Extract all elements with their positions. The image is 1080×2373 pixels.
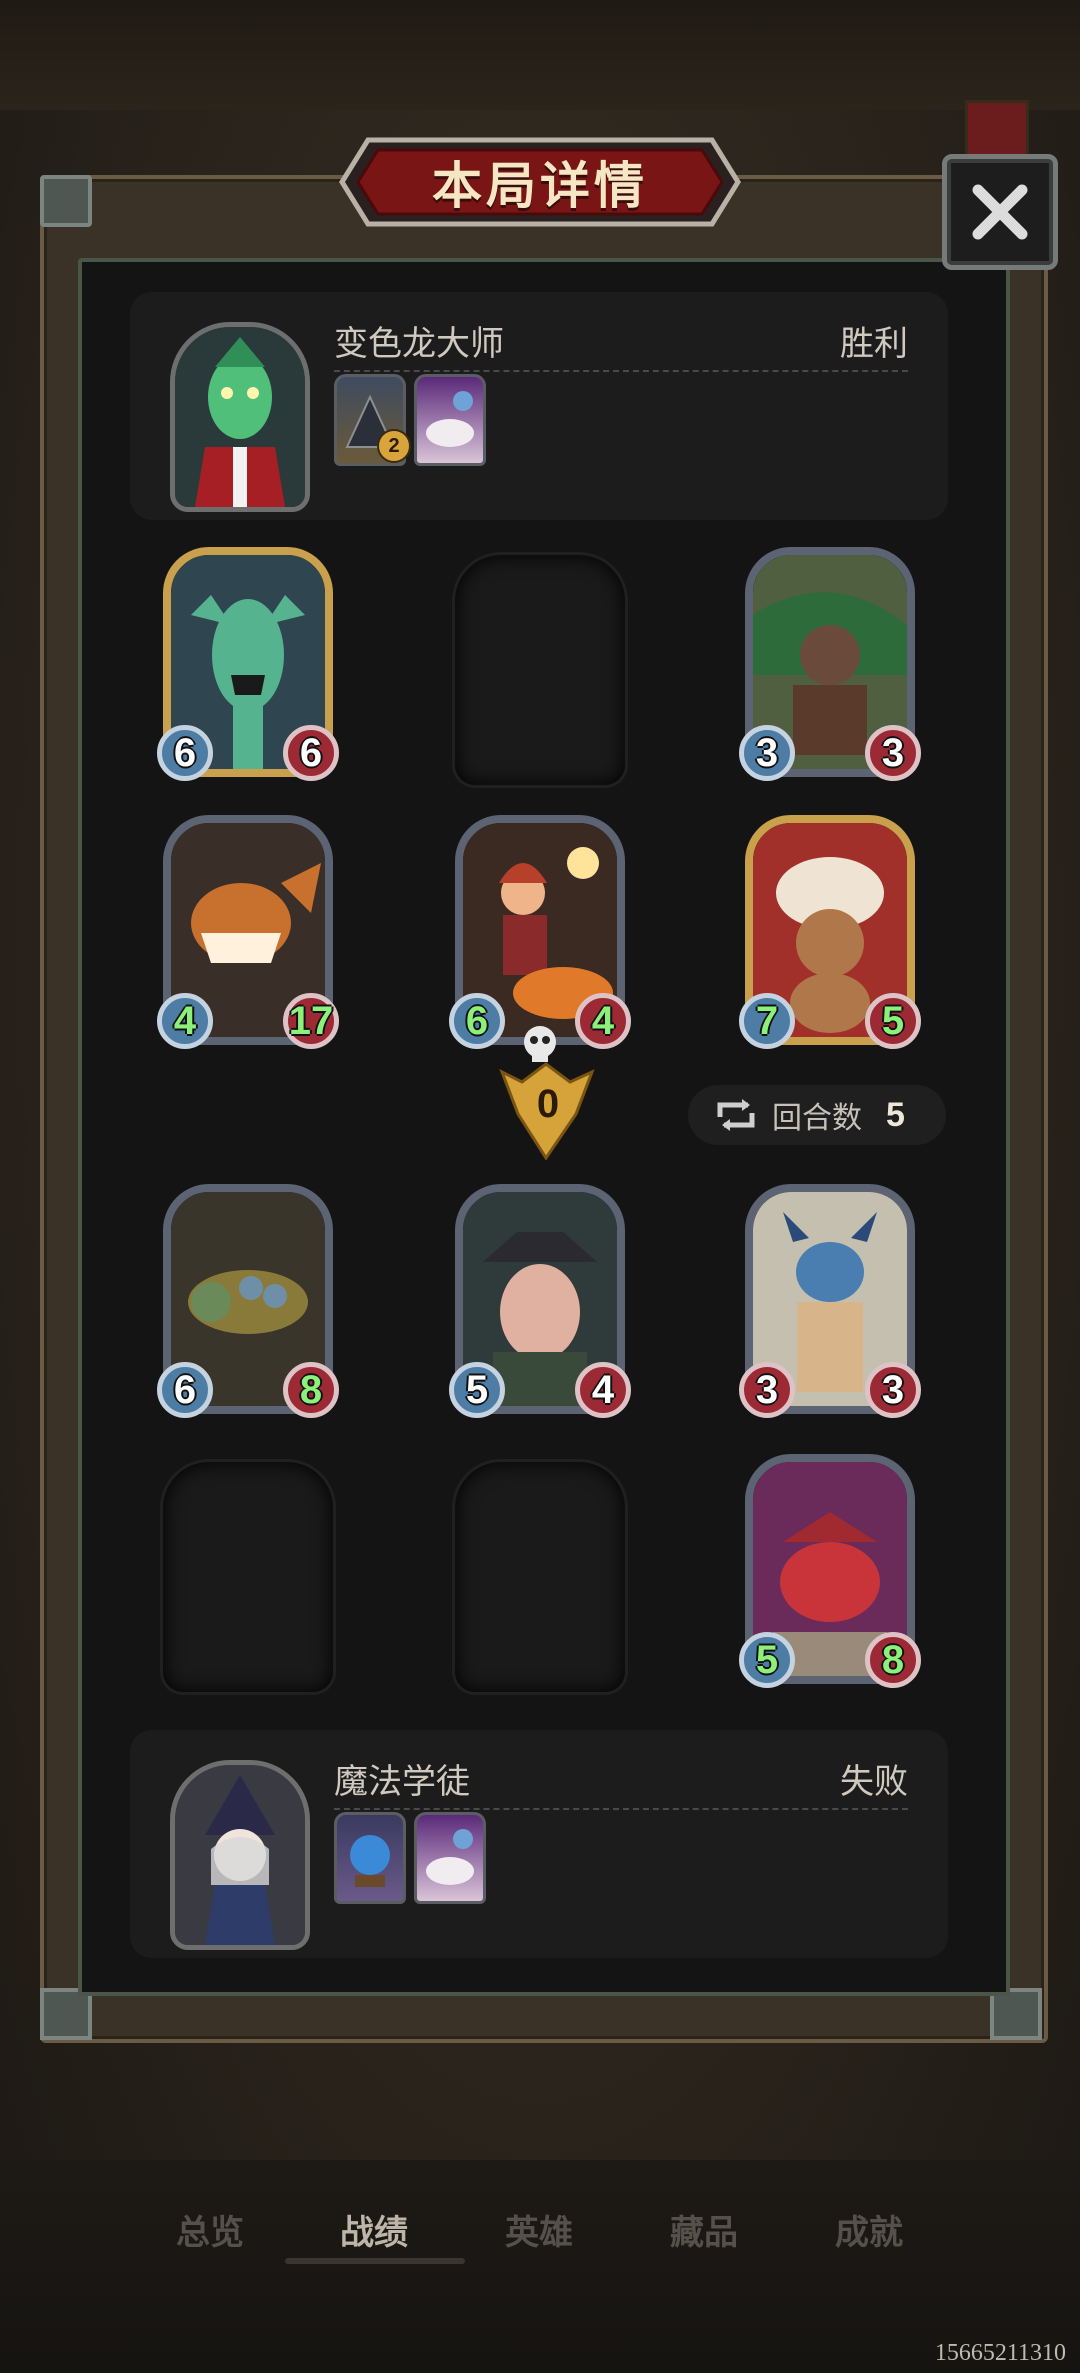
minion-card[interactable]: 7 5	[739, 815, 921, 1049]
close-icon	[972, 184, 1028, 240]
hero-portrait-apprentice[interactable]	[170, 1760, 310, 1950]
marker-value: 0	[536, 1082, 560, 1126]
health-stat: 8	[283, 1362, 339, 1418]
divider	[334, 1808, 908, 1810]
attack-direction-marker: 0	[496, 1020, 600, 1161]
skull-icon	[524, 1026, 556, 1062]
empty-slot	[163, 1462, 333, 1692]
attack-stat: 7	[739, 993, 795, 1049]
close-button[interactable]	[942, 154, 1058, 270]
nav-heroes[interactable]: 英雄	[505, 2205, 573, 2254]
player-name: 魔法学徒	[334, 1763, 470, 1801]
crystal-ball-icon[interactable]	[334, 1812, 406, 1904]
minion-card[interactable]: 3 3	[739, 1184, 921, 1418]
attack-stat: 3	[739, 1362, 795, 1418]
health-stat: 5	[865, 993, 921, 1049]
minion-card[interactable]: 5 8	[739, 1454, 921, 1688]
nav-overview[interactable]: 总览	[176, 2205, 244, 2254]
nav-achievements[interactable]: 成就	[835, 2205, 903, 2254]
health-stat: 4	[575, 1362, 631, 1418]
active-tab-indicator	[285, 2258, 465, 2264]
minion-card[interactable]: 4 17	[157, 815, 339, 1049]
minion-card[interactable]: 3 3	[739, 547, 921, 781]
round-icon	[717, 1099, 755, 1131]
attack-stat: 6	[157, 725, 213, 781]
nav-record[interactable]: 战绩	[340, 2205, 408, 2254]
watermark: 15665211310	[934, 2340, 1066, 2366]
empty-slot	[455, 1462, 625, 1692]
nav-collection[interactable]: 藏品	[670, 2205, 738, 2254]
attack-stat: 5	[739, 1632, 795, 1688]
health-stat: 6	[283, 725, 339, 781]
hero-portrait-chameleon[interactable]	[170, 322, 310, 512]
title-plate: 本局详情	[338, 136, 742, 228]
attack-stat: 3	[739, 725, 795, 781]
match-result: 失败	[840, 1763, 908, 1801]
trinket-count-badge: 2	[377, 429, 411, 463]
spell-icon[interactable]	[414, 374, 486, 466]
page-title: 本局详情	[432, 158, 648, 214]
round-label: 回合数	[772, 1102, 862, 1135]
health-stat: 3	[865, 1362, 921, 1418]
match-result: 胜利	[840, 325, 908, 363]
minion-card[interactable]: 6 4	[449, 815, 631, 1049]
minion-card[interactable]: 6 6	[157, 547, 339, 781]
attack-stat: 5	[449, 1362, 505, 1418]
top-background	[0, 0, 1080, 110]
round-value: 5	[886, 1095, 905, 1134]
health-stat: 3	[865, 725, 921, 781]
winner-player-row: 变色龙大师 胜利 2	[130, 292, 948, 520]
health-stat: 17	[283, 993, 339, 1049]
round-counter: 回合数 5	[688, 1085, 946, 1145]
bottom-navigation	[0, 2160, 1080, 2373]
spell-icon[interactable]	[414, 1812, 486, 1904]
loser-player-row: 魔法学徒 失败	[130, 1730, 948, 1958]
health-stat: 8	[865, 1632, 921, 1688]
corner-ornament	[40, 175, 92, 227]
empty-slot	[455, 555, 625, 785]
minion-card[interactable]: 5 4	[449, 1184, 631, 1418]
minion-card[interactable]: 6 8	[157, 1184, 339, 1418]
player-name: 变色龙大师	[334, 325, 504, 363]
attack-stat: 4	[157, 993, 213, 1049]
divider	[334, 370, 908, 372]
attack-stat: 6	[157, 1362, 213, 1418]
trinket-icon[interactable]: 2	[334, 374, 411, 466]
